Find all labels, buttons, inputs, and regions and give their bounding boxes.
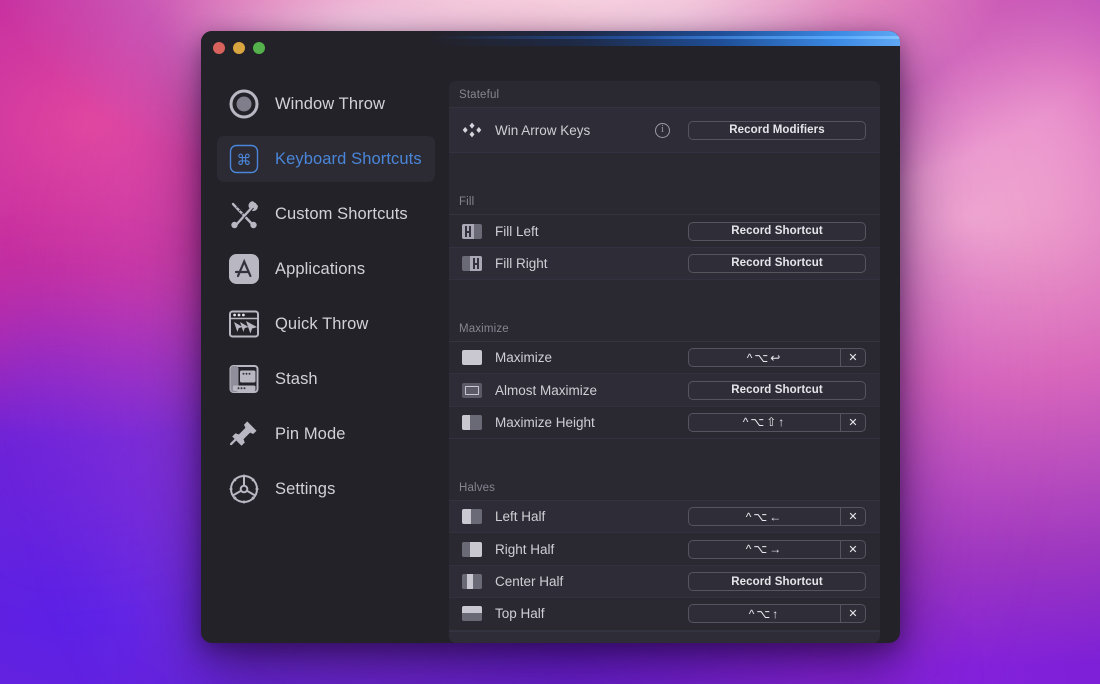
app-store-icon (227, 252, 261, 286)
shortcut-field-group: ^⌥↑✕ (688, 604, 866, 623)
window-titlebar[interactable] (201, 31, 900, 65)
wrench-ruler-icon (227, 197, 261, 231)
recorded-shortcut-value[interactable]: ^⌥← (688, 507, 840, 526)
sidebar-item-quick-throw[interactable]: Quick Throw (217, 301, 435, 347)
shortcut-row-label: Right Half (495, 542, 554, 557)
shortcut-row-label: Fill Right (495, 256, 548, 271)
sidebar-item-stash[interactable]: Stash (217, 356, 435, 402)
circle-target-icon (227, 87, 261, 121)
sidebar-navigation: Window Throw ⌘ Keyboard Shortcuts Custom … (201, 65, 449, 643)
section-header-halves: Halves (449, 474, 880, 501)
shortcut-row-label: Left Half (495, 509, 545, 524)
shortcut-row-label: Center Half (495, 574, 563, 589)
record-shortcut-button[interactable]: Record Shortcut (688, 254, 866, 273)
right-half-icon (461, 538, 483, 560)
command-key-icon: ⌘ (227, 142, 261, 176)
sidebar-item-settings[interactable]: Settings (217, 466, 435, 512)
sidebar-item-custom-shortcuts[interactable]: Custom Shortcuts (217, 191, 435, 237)
maximize-window-button[interactable] (253, 42, 265, 54)
fill-left-icon (461, 220, 483, 242)
shortcut-row-label: Fill Left (495, 224, 539, 239)
pushpin-icon (227, 417, 261, 451)
desktop-background: Window Throw ⌘ Keyboard Shortcuts Custom … (0, 0, 1100, 684)
fill-right-icon (461, 252, 483, 274)
left-half-icon (461, 506, 483, 528)
shortcut-field-group: ^⌥→✕ (688, 540, 866, 559)
record-shortcut-button[interactable]: Record Modifiers (688, 121, 866, 140)
minimize-window-button[interactable] (233, 42, 245, 54)
sidebar-item-applications[interactable]: Applications (217, 246, 435, 292)
shortcuts-list-panel[interactable]: Stateful Win Arrow Keys i Record Modifiers… (449, 81, 880, 643)
clear-shortcut-button[interactable]: ✕ (840, 413, 866, 432)
shortcut-row-label: Win Arrow Keys (495, 123, 590, 138)
sidebar-item-label: Custom Shortcuts (275, 205, 408, 224)
recorded-shortcut-value[interactable]: ^⌥⇧↑ (688, 413, 840, 432)
shortcut-row[interactable]: Almost Maximize Record Shortcut (449, 374, 880, 406)
shortcut-row[interactable]: Fill Left Record Shortcut (449, 215, 880, 247)
stash-drawer-icon (227, 362, 261, 396)
shortcut-row-label: Almost Maximize (495, 383, 597, 398)
section-header-stateful: Stateful (449, 81, 880, 108)
sidebar-item-window-throw[interactable]: Window Throw (217, 81, 435, 127)
section-header-fill: Fill (449, 188, 880, 215)
sidebar-item-pin-mode[interactable]: Pin Mode (217, 411, 435, 457)
recorded-shortcut-value[interactable]: ^⌥↩ (688, 348, 840, 367)
section-header-maximize: Maximize (449, 315, 880, 342)
clear-shortcut-button[interactable]: ✕ (840, 507, 866, 526)
shortcut-row[interactable]: Fill Right Record Shortcut (449, 248, 880, 280)
titlebar-blue-streak-decoration (430, 31, 900, 46)
sidebar-item-label: Stash (275, 370, 318, 389)
clear-shortcut-button[interactable]: ✕ (840, 348, 866, 367)
clear-shortcut-button[interactable]: ✕ (840, 540, 866, 559)
traffic-light-controls (213, 42, 265, 54)
shortcut-row-label: Maximize (495, 350, 552, 365)
maximize-icon (461, 347, 483, 369)
record-shortcut-button[interactable]: Record Shortcut (688, 222, 866, 241)
shortcut-row-label: Maximize Height (495, 415, 595, 430)
info-icon[interactable]: i (655, 123, 670, 138)
record-shortcut-button[interactable]: Record Shortcut (688, 381, 866, 400)
maximize-height-icon (461, 411, 483, 433)
window-body: Window Throw ⌘ Keyboard Shortcuts Custom … (201, 65, 900, 643)
four-diamonds-icon (461, 119, 483, 141)
shortcut-row[interactable]: Win Arrow Keys i Record Modifiers (449, 108, 880, 153)
recorded-shortcut-value[interactable]: ^⌥→ (688, 540, 840, 559)
window-cursor-icon (227, 307, 261, 341)
center-half-icon (461, 571, 483, 593)
clear-shortcut-button[interactable]: ✕ (840, 604, 866, 623)
sidebar-item-label: Window Throw (275, 95, 385, 114)
shortcut-row[interactable]: Center Half Record Shortcut (449, 566, 880, 598)
sidebar-item-label: Settings (275, 480, 335, 499)
section-gap (449, 280, 880, 315)
sidebar-item-label: Pin Mode (275, 425, 346, 444)
settings-panel-wrapper: Stateful Win Arrow Keys i Record Modifiers… (449, 65, 900, 643)
shortcut-row[interactable]: Right Half ^⌥→✕ (449, 533, 880, 565)
top-half-icon (461, 603, 483, 625)
sidebar-item-label: Quick Throw (275, 315, 368, 334)
recorded-shortcut-value[interactable]: ^⌥↑ (688, 604, 840, 623)
record-shortcut-button[interactable]: Record Shortcut (688, 572, 866, 591)
section-gap (449, 153, 880, 188)
close-window-button[interactable] (213, 42, 225, 54)
shortcut-row-label: Top Half (495, 606, 545, 621)
sidebar-item-label: Keyboard Shortcuts (275, 150, 422, 169)
sidebar-item-keyboard-shortcuts[interactable]: ⌘ Keyboard Shortcuts (217, 136, 435, 182)
almost-maximize-icon (461, 379, 483, 401)
shortcut-field-group: ^⌥↩✕ (688, 348, 866, 367)
shortcut-row[interactable]: Maximize Height ^⌥⇧↑✕ (449, 407, 880, 439)
section-gap (449, 439, 880, 474)
app-window: Window Throw ⌘ Keyboard Shortcuts Custom … (201, 31, 900, 643)
shortcut-row[interactable]: Top Half ^⌥↑✕ (449, 598, 880, 630)
list-bottom-partial-row (449, 631, 880, 643)
shortcut-row[interactable]: Maximize ^⌥↩✕ (449, 342, 880, 374)
gear-icon (227, 472, 261, 506)
shortcut-field-group: ^⌥←✕ (688, 507, 866, 526)
shortcut-field-group: ^⌥⇧↑✕ (688, 413, 866, 432)
svg-text:⌘: ⌘ (237, 151, 252, 169)
shortcut-row[interactable]: Left Half ^⌥←✕ (449, 501, 880, 533)
sidebar-item-label: Applications (275, 260, 365, 279)
